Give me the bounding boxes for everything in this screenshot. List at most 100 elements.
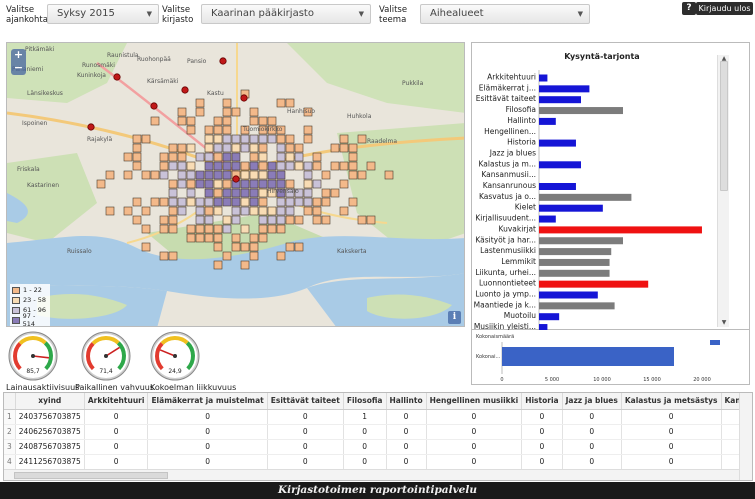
column-header[interactable]: Elämäkerrat ja muistelmat [147, 393, 268, 410]
heat-cell[interactable] [168, 197, 178, 207]
heat-cell[interactable] [168, 152, 178, 162]
heat-cell[interactable] [258, 188, 268, 198]
heat-cell[interactable] [276, 98, 286, 108]
heat-cell[interactable] [303, 206, 313, 216]
heat-cell[interactable] [186, 233, 196, 243]
chart-bar[interactable] [539, 291, 598, 299]
column-header[interactable]: Historia [521, 393, 563, 410]
library-marker[interactable] [87, 123, 95, 131]
heat-cell[interactable] [357, 215, 367, 225]
heat-cell[interactable] [222, 224, 232, 234]
heat-cell[interactable] [258, 215, 268, 225]
heat-cell[interactable] [195, 98, 205, 108]
heat-cell[interactable] [249, 116, 259, 126]
scroll-thumb[interactable] [720, 61, 728, 191]
heat-cell[interactable] [150, 116, 160, 126]
heat-cell[interactable] [222, 116, 232, 126]
heat-cell[interactable] [204, 197, 214, 207]
heat-cell[interactable] [294, 197, 304, 207]
heat-cell[interactable] [267, 161, 277, 171]
scroll-down-icon[interactable]: ▼ [718, 319, 730, 327]
heat-cell[interactable] [267, 179, 277, 189]
heat-cell[interactable] [177, 107, 187, 117]
heat-cell[interactable] [159, 152, 169, 162]
chart-bar[interactable] [539, 237, 623, 245]
table-row[interactable]: 224062567038750000000000 [4, 424, 752, 440]
heat-cell[interactable] [339, 134, 349, 144]
column-header[interactable]: Esittävät taiteet [267, 393, 344, 410]
heat-cell[interactable] [231, 107, 241, 117]
heat-cell[interactable] [168, 161, 178, 171]
heat-cell[interactable] [222, 98, 232, 108]
heat-cell[interactable] [258, 233, 268, 243]
heat-cell[interactable] [240, 197, 250, 207]
heat-cell[interactable] [105, 170, 115, 180]
heat-cell[interactable] [177, 116, 187, 126]
heat-cell[interactable] [141, 242, 151, 252]
heat-cell[interactable] [177, 161, 187, 171]
heat-cell[interactable] [312, 206, 322, 216]
heat-cell[interactable] [231, 233, 241, 243]
heat-cell[interactable] [231, 161, 241, 171]
heat-cell[interactable] [213, 125, 223, 135]
heat-cell[interactable] [240, 224, 250, 234]
info-icon[interactable]: i [448, 311, 461, 324]
heat-cell[interactable] [285, 134, 295, 144]
heat-cell[interactable] [276, 197, 286, 207]
heat-cell[interactable] [159, 215, 169, 225]
heat-cell[interactable] [258, 152, 268, 162]
logout-button[interactable]: Kirjaudu ulos [696, 2, 753, 15]
heat-cell[interactable] [231, 134, 241, 144]
heat-cell[interactable] [357, 134, 367, 144]
heat-cell[interactable] [321, 188, 331, 198]
heat-cell[interactable] [150, 197, 160, 207]
heat-cell[interactable] [348, 197, 358, 207]
heat-cell[interactable] [339, 179, 349, 189]
heat-cell[interactable] [222, 125, 232, 135]
heat-cell[interactable] [285, 152, 295, 162]
heat-cell[interactable] [240, 134, 250, 144]
heat-cell[interactable] [204, 170, 214, 180]
heat-cell[interactable] [186, 179, 196, 189]
heat-cell[interactable] [267, 215, 277, 225]
heat-cell[interactable] [204, 134, 214, 144]
chart-bar[interactable] [539, 269, 610, 277]
heat-cell[interactable] [141, 224, 151, 234]
heat-cell[interactable] [204, 233, 214, 243]
chart-bar[interactable] [539, 204, 603, 212]
heat-cell[interactable] [213, 152, 223, 162]
heat-cell[interactable] [258, 170, 268, 180]
heat-cell[interactable] [213, 260, 223, 270]
heat-cell[interactable] [285, 143, 295, 153]
heat-cell[interactable] [186, 197, 196, 207]
heat-cell[interactable] [231, 143, 241, 153]
chart-bar[interactable] [539, 302, 615, 310]
heat-cell[interactable] [213, 134, 223, 144]
library-marker[interactable] [240, 94, 248, 102]
library-marker[interactable] [232, 175, 240, 183]
chart-bar[interactable] [539, 161, 581, 169]
heat-cell[interactable] [177, 170, 187, 180]
heat-cell[interactable] [285, 197, 295, 207]
heat-cell[interactable] [222, 188, 232, 198]
heat-cell[interactable] [249, 242, 259, 252]
heat-cell[interactable] [249, 233, 259, 243]
heat-cell[interactable] [132, 215, 142, 225]
kirjasto-select[interactable]: Kaarinan pääkirjasto ▼ [201, 4, 371, 24]
heat-cell[interactable] [231, 197, 241, 207]
heat-cell[interactable] [258, 197, 268, 207]
heat-cell[interactable] [213, 143, 223, 153]
heat-cell[interactable] [132, 161, 142, 171]
heat-cell[interactable] [249, 152, 259, 162]
heat-cell[interactable] [285, 215, 295, 225]
heat-cell[interactable] [384, 170, 394, 180]
heat-cell[interactable] [312, 215, 322, 225]
heat-cell[interactable] [276, 152, 286, 162]
heat-cell[interactable] [213, 197, 223, 207]
heat-cell[interactable] [303, 179, 313, 189]
heat-cell[interactable] [231, 152, 241, 162]
chart-bar[interactable] [539, 117, 556, 125]
chart-bar[interactable] [539, 96, 581, 104]
heat-cell[interactable] [267, 134, 277, 144]
heat-cell[interactable] [177, 206, 187, 216]
